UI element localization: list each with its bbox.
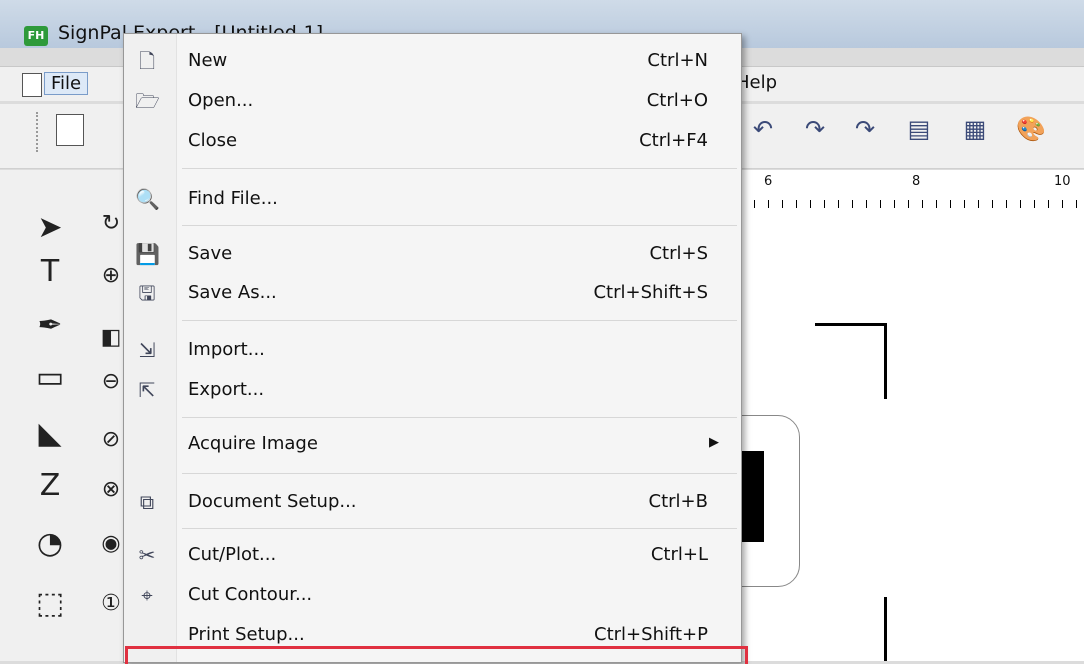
export-icon: ⇱ (138, 378, 156, 402)
redo-icon[interactable]: ↷ (800, 114, 830, 144)
menu-item-label: Find File... (188, 188, 278, 209)
menu-file[interactable]: File (44, 72, 89, 95)
select-tool-icon[interactable]: ➤ (33, 208, 67, 248)
menu-item-shortcut: Ctrl+F4 (639, 130, 708, 151)
menu-item-import[interactable]: ⇲ Import... (124, 331, 741, 369)
menu-help[interactable]: Help (736, 72, 777, 93)
menu-item-shortcut: Ctrl+O (646, 90, 708, 111)
menu-item-export[interactable]: ⇱ Export... (124, 371, 741, 409)
menu-item-label: Close (188, 130, 238, 151)
save-icon: 💾 (135, 242, 160, 266)
find-file-icon: 🔍 (135, 187, 160, 211)
cut-contour-icon: ⌖ (141, 583, 153, 607)
menu-item-label: Print Setup... (188, 624, 305, 645)
file-dropdown-menu: 🗋 New Ctrl+N 🗁 Open... Ctrl+O Close Ctrl… (123, 33, 742, 663)
cut-plot-icon: ✂ (138, 543, 156, 567)
undo-icon[interactable]: ↶ (748, 114, 778, 144)
highlight-box (125, 646, 748, 664)
menu-item-label: Acquire Image (188, 433, 318, 454)
object-properties-icon[interactable]: ▦ (960, 114, 990, 144)
save-as-icon: 🖫 (138, 281, 156, 305)
menu-item-acquire-image[interactable]: Acquire Image ▶ (124, 425, 741, 463)
redo-dropdown-icon[interactable]: ↷ (850, 114, 880, 144)
import-icon: ⇲ (138, 338, 156, 362)
transform-tool-icon[interactable]: ⬚ (33, 584, 67, 624)
shape-tool-icon[interactable]: ◣ (33, 414, 67, 454)
menu-item-document-setup[interactable]: ⧉ Document Setup... Ctrl+B (124, 483, 741, 521)
open-icon: 🗁 (135, 89, 160, 113)
menu-item-cut-contour[interactable]: ⌖ Cut Contour... (124, 576, 741, 614)
menu-item-save-as[interactable]: 🖫 Save As... Ctrl+Shift+S (124, 274, 741, 312)
ruler-label: 10 (1054, 174, 1071, 189)
menu-item-new[interactable]: 🗋 New Ctrl+N (124, 42, 741, 80)
menu-separator (182, 225, 737, 226)
ruler-label: 6 (764, 174, 773, 189)
new-document-icon[interactable] (56, 114, 84, 146)
menu-item-label: Import... (188, 339, 265, 360)
crop-mark (884, 597, 887, 661)
menu-separator (182, 320, 737, 321)
document-setup-icon: ⧉ (139, 490, 155, 514)
ruler-label: 8 (912, 174, 921, 189)
menu-item-label: Document Setup... (188, 491, 357, 512)
menu-item-label: Open... (188, 90, 254, 111)
menu-item-shortcut: Ctrl+B (648, 491, 708, 512)
menu-item-cut-plot[interactable]: ✂ Cut/Plot... Ctrl+L (124, 536, 741, 574)
envelope-tool-icon[interactable]: Z (33, 466, 67, 506)
menu-separator (182, 528, 737, 529)
submenu-arrow-icon: ▶ (709, 435, 719, 450)
menu-item-shortcut: Ctrl+L (650, 544, 708, 565)
menu-item-label: Save (188, 243, 233, 264)
menu-item-label: Export... (188, 379, 265, 400)
menu-item-shortcut: Ctrl+Shift+P (594, 624, 708, 645)
menu-item-label: Save As... (188, 282, 277, 303)
menu-item-close[interactable]: Close Ctrl+F4 (124, 122, 741, 160)
menu-item-shortcut: Ctrl+N (647, 50, 708, 71)
menu-item-label: New (188, 50, 228, 71)
menu-item-label: Cut Contour... (188, 584, 313, 605)
menu-item-label: Cut/Plot... (188, 544, 277, 565)
fill-tool-icon[interactable]: ◔ (33, 524, 67, 564)
menu-separator (182, 473, 737, 474)
menu-item-shortcut: Ctrl+S (649, 243, 708, 264)
menu-separator (182, 417, 737, 418)
menu-item-shortcut: Ctrl+Shift+S (593, 282, 708, 303)
filled-bar-shape[interactable] (740, 451, 764, 542)
document-icon (22, 73, 42, 97)
crop-mark (815, 323, 887, 326)
color-palette-icon[interactable]: 🎨 (1016, 114, 1046, 144)
new-document-icon: 🗋 (138, 49, 156, 73)
menu-item-open[interactable]: 🗁 Open... Ctrl+O (124, 82, 741, 120)
layout-icon[interactable]: ▤ (904, 114, 934, 144)
menu-item-find-file[interactable]: 🔍 Find File... (124, 180, 741, 218)
text-tool-icon[interactable]: T (33, 252, 67, 292)
rectangle-tool-icon[interactable]: ▭ (33, 358, 67, 398)
menu-separator (182, 168, 737, 169)
app-icon: FH (24, 26, 48, 46)
toolbar-grip (36, 112, 38, 152)
crop-mark (884, 323, 887, 399)
pen-tool-icon[interactable]: ✒ (33, 306, 67, 346)
menu-item-save[interactable]: 💾 Save Ctrl+S (124, 235, 741, 273)
